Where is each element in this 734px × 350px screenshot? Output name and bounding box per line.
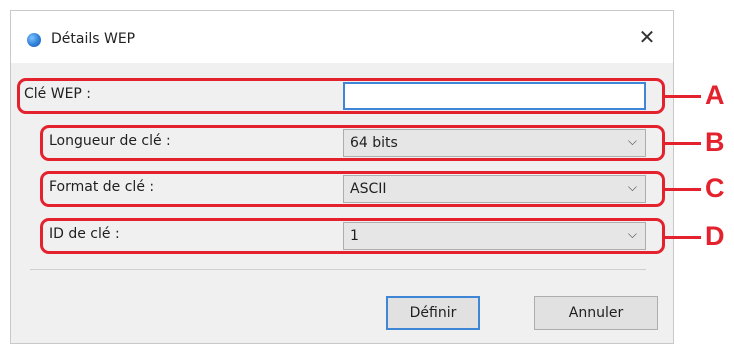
- key-format-select[interactable]: ASCII ⌵: [343, 175, 646, 203]
- leader-line-d: [665, 236, 701, 239]
- marker-b: B: [705, 127, 725, 157]
- wep-key-input[interactable]: [343, 82, 646, 110]
- key-length-select[interactable]: 64 bits ⌵: [343, 129, 646, 157]
- key-id-select[interactable]: 1 ⌵: [343, 222, 646, 250]
- marker-d: D: [705, 221, 725, 251]
- title-bar: Détails WEP ✕: [11, 11, 673, 63]
- globe-icon: [27, 33, 41, 47]
- leader-line-a: [665, 95, 701, 98]
- dialog-title: Détails WEP: [51, 31, 136, 47]
- define-button[interactable]: Définir: [386, 296, 480, 330]
- key-id-value: 1: [350, 228, 359, 244]
- chevron-down-icon: ⌵: [627, 227, 637, 241]
- separator: [30, 269, 646, 270]
- close-button[interactable]: ✕: [635, 25, 659, 49]
- key-format-label: Format de clé :: [49, 179, 155, 195]
- marker-c: C: [705, 173, 725, 203]
- marker-a: A: [705, 80, 725, 110]
- key-format-value: ASCII: [350, 181, 387, 197]
- key-length-label: Longueur de clé :: [49, 133, 171, 149]
- key-length-value: 64 bits: [350, 135, 398, 151]
- wep-key-label: Clé WEP :: [24, 86, 92, 102]
- key-id-label: ID de clé :: [49, 226, 120, 242]
- leader-line-b: [665, 142, 701, 145]
- cancel-button[interactable]: Annuler: [534, 296, 658, 330]
- chevron-down-icon: ⌵: [627, 134, 637, 148]
- chevron-down-icon: ⌵: [627, 180, 637, 194]
- leader-line-c: [665, 188, 701, 191]
